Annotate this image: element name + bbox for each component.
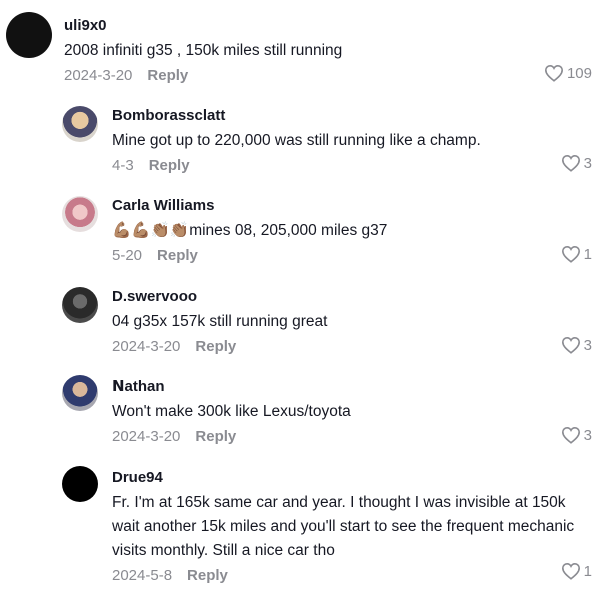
comment-username[interactable]: Drue94 — [112, 468, 592, 488]
comment-text: 💪🏽💪🏽👏🏽👏🏽mines 08, 205,000 miles g37 — [112, 222, 388, 239]
like-count: 1 — [583, 245, 592, 263]
comment-text: Won't make 300k like Lexus/toyota — [112, 403, 351, 420]
reply-button[interactable]: Reply — [147, 67, 188, 84]
avatar[interactable] — [62, 196, 98, 232]
heart-icon — [561, 562, 580, 580]
comment-username[interactable]: Bomborassclatt — [112, 106, 592, 126]
like-count: 3 — [583, 426, 592, 444]
reply-button[interactable]: Reply — [195, 428, 236, 445]
comment-item: Drue94 Fr. I'm at 165k same car and year… — [0, 459, 610, 596]
comment-meta: 5-20 Reply — [112, 246, 592, 266]
comment-body: D.swervooo 04 g35x 157k still running gr… — [112, 287, 592, 357]
heart-icon — [561, 154, 580, 172]
like-count: 3 — [583, 336, 592, 354]
comment-username[interactable]: Carla Williams — [112, 196, 592, 216]
like-button[interactable]: 3 — [561, 336, 592, 354]
comment-date: 2024-5-8 — [112, 567, 173, 584]
comment-body: ꓠathan Won't make 300k like Lexus/toyota… — [112, 377, 592, 447]
comment-text: 2008 infiniti g35 , 150k miles still run… — [64, 42, 343, 59]
avatar[interactable] — [62, 106, 98, 142]
comment-item: ꓠathan Won't make 300k like Lexus/toyota… — [0, 368, 610, 458]
reply-button[interactable]: Reply — [195, 338, 236, 355]
like-button[interactable]: 3 — [561, 426, 592, 444]
comment-item: D.swervooo 04 g35x 157k still running gr… — [0, 277, 610, 367]
heart-icon — [561, 336, 580, 354]
reply-button[interactable]: Reply — [157, 247, 198, 264]
comment-body: Carla Williams 💪🏽💪🏽👏🏽👏🏽mines 08, 205,000… — [112, 196, 592, 266]
comment-meta: 4-3 Reply — [112, 156, 592, 176]
comment-text: 04 g35x 157k still running great — [112, 313, 328, 330]
avatar[interactable] — [62, 375, 98, 411]
comment-item: Bomborassclatt Mine got up to 220,000 wa… — [0, 96, 610, 184]
avatar[interactable] — [6, 12, 52, 58]
like-button[interactable]: 1 — [561, 245, 592, 263]
like-button[interactable]: 3 — [561, 154, 592, 172]
comment-item: Carla Williams 💪🏽💪🏽👏🏽👏🏽mines 08, 205,000… — [0, 186, 610, 276]
comment-username[interactable]: D.swervooo — [112, 287, 592, 307]
heart-icon — [544, 64, 563, 82]
comment-date: 5-20 — [112, 247, 143, 264]
comment-text: Mine got up to 220,000 was still running… — [112, 132, 481, 149]
comment-meta: 2024-5-8 Reply — [112, 566, 592, 586]
comment-body: Drue94 Fr. I'm at 165k same car and year… — [112, 468, 592, 586]
reply-button[interactable]: Reply — [149, 157, 190, 174]
heart-icon — [561, 245, 580, 263]
like-button[interactable]: 1 — [561, 562, 592, 580]
comment-meta: 2024-3-20 Reply — [112, 427, 592, 447]
like-count: 3 — [583, 154, 592, 172]
avatar[interactable] — [62, 287, 98, 323]
like-button[interactable]: 109 — [544, 64, 592, 82]
comment-date: 2024-3-20 — [112, 428, 181, 445]
comment-meta: 2024-3-20 Reply — [64, 66, 592, 86]
heart-icon — [561, 426, 580, 444]
comment-body: Bomborassclatt Mine got up to 220,000 wa… — [112, 106, 592, 176]
comment-meta: 2024-3-20 Reply — [112, 337, 592, 357]
comment-username[interactable]: uli9x0 — [64, 16, 592, 36]
like-count: 1 — [583, 562, 592, 580]
comment-date: 2024-3-20 — [64, 67, 133, 84]
avatar[interactable] — [62, 466, 98, 502]
comment-item: uli9x0 2008 infiniti g35 , 150k miles st… — [0, 0, 610, 90]
like-count: 109 — [566, 64, 592, 82]
comment-text: Fr. I'm at 165k same car and year. I tho… — [112, 494, 575, 559]
comment-date: 2024-3-20 — [112, 338, 181, 355]
comment-date: 4-3 — [112, 157, 134, 174]
comment-username[interactable]: ꓠathan — [112, 377, 592, 397]
reply-button[interactable]: Reply — [187, 567, 228, 584]
comment-body: uli9x0 2008 infiniti g35 , 150k miles st… — [64, 16, 592, 86]
